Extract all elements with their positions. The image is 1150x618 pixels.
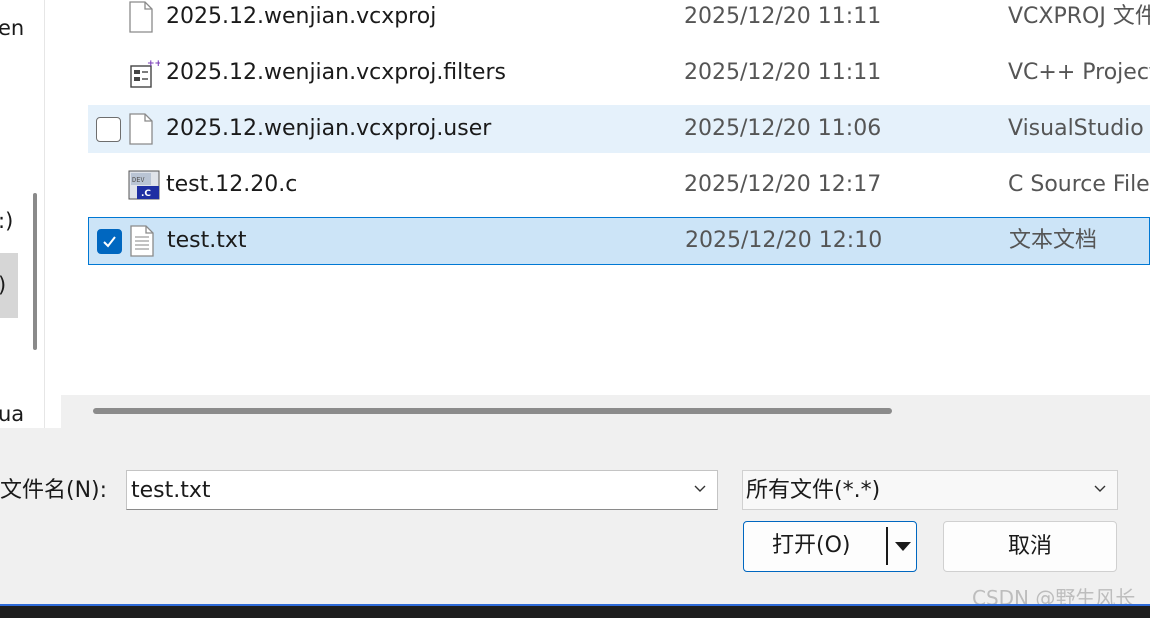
file-type: VC++ Project: [1008, 60, 1150, 85]
svg-text:++: ++: [147, 59, 160, 69]
filename-value[interactable]: test.txt: [131, 478, 211, 503]
file-name[interactable]: 2025.12.wenjian.vcxproj.user: [166, 105, 491, 153]
file-row[interactable]: DEV .C test.12.20.c 2025/12/20 12:17 C Sourc…: [88, 161, 1150, 209]
row-checkbox[interactable]: [96, 117, 121, 142]
file-type-filter[interactable]: 所有文件(*.*): [742, 470, 1118, 510]
file-date-modified: 2025/12/20 11:11: [684, 60, 882, 85]
cancel-button[interactable]: 取消: [943, 521, 1117, 572]
file-type: C Source File: [1008, 172, 1150, 197]
text-file-icon: [129, 217, 161, 265]
filename-input[interactable]: test.txt: [126, 470, 718, 510]
file-name[interactable]: test.txt: [167, 217, 247, 265]
file-row[interactable]: 2025.12.wenjian.vcxproj.user 2025/12/20 1…: [88, 105, 1150, 153]
checkmark-icon: [103, 236, 116, 248]
chevron-down-icon[interactable]: [1093, 484, 1107, 494]
file-type: 文本文档: [1009, 228, 1098, 253]
file-list-gutter: [45, 0, 61, 428]
vc-filters-icon: ++: [128, 49, 160, 97]
taskbar-accent-line: [0, 604, 1150, 606]
file-name[interactable]: 2025.12.wenjian.vcxproj.filters: [166, 49, 506, 97]
file-date-modified: 2025/12/20 12:10: [685, 228, 883, 253]
file-row[interactable]: ++ 2025.12.wenjian.vcxproj.filters 2025/12…: [88, 49, 1150, 97]
filename-label: 文件名(N):: [0, 478, 108, 503]
file-date-modified: 2025/12/20 11:11: [684, 4, 882, 29]
file-date-modified: 2025/12/20 11:06: [684, 116, 882, 141]
file-name[interactable]: 2025.12.wenjian.vcxproj: [166, 0, 436, 41]
taskbar: [0, 604, 1150, 618]
nav-item-2[interactable]: :): [0, 211, 13, 232]
open-button-label[interactable]: 打开(O): [772, 522, 850, 570]
file-type: VisualStudio: [1008, 116, 1144, 141]
horizontal-scrollbar-thumb[interactable]: [93, 408, 892, 414]
dropdown-arrow-icon[interactable]: [894, 541, 912, 552]
split-button-divider: [886, 527, 888, 565]
chevron-down-icon[interactable]: [693, 484, 707, 494]
nav-scrollbar-thumb[interactable]: [33, 193, 37, 350]
nav-item-4[interactable]: ua: [0, 404, 24, 425]
blank-file-icon: [128, 105, 160, 153]
nav-item-1[interactable]: en: [0, 18, 24, 39]
dev-c-file-icon: DEV .C: [128, 161, 160, 209]
open-button[interactable]: 打开(O): [743, 521, 917, 572]
svg-text:DEV: DEV: [132, 176, 145, 184]
file-date-modified: 2025/12/20 12:17: [684, 172, 882, 197]
file-row[interactable]: test.txt 2025/12/20 12:10 文本文档: [88, 217, 1150, 265]
svg-text:.C: .C: [141, 189, 151, 199]
file-row[interactable]: 2025.12.wenjian.vcxproj 2025/12/20 11:11 V…: [88, 0, 1150, 41]
nav-item-3[interactable]: ): [0, 275, 6, 296]
blank-file-icon: [128, 0, 160, 41]
file-type: VCXPROJ 文件: [1008, 4, 1150, 29]
row-checkbox[interactable]: [97, 229, 122, 254]
file-name[interactable]: test.12.20.c: [166, 161, 297, 209]
file-type-filter-value[interactable]: 所有文件(*.*): [746, 478, 880, 503]
